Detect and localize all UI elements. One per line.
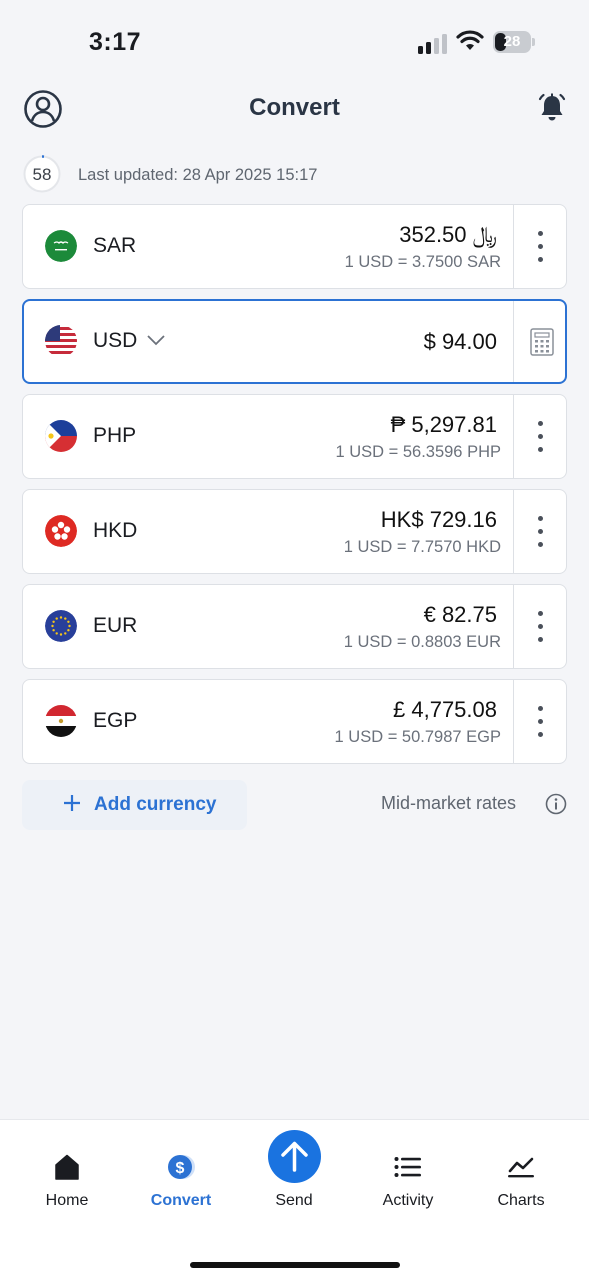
- currency-amount: £ 4,775.08: [393, 697, 497, 722]
- tab-label: Send: [275, 1192, 313, 1209]
- status-bar: 3:17 28: [0, 0, 589, 86]
- send-button[interactable]: [268, 1130, 321, 1183]
- more-options-icon[interactable]: [514, 205, 567, 288]
- tab-charts[interactable]: Charts: [471, 1120, 571, 1230]
- line-chart-icon: [508, 1157, 534, 1178]
- row-divider: [513, 301, 514, 382]
- info-icon[interactable]: [545, 793, 567, 815]
- currency-amount: HK$ 729.16: [380, 507, 497, 532]
- plus-icon: [64, 795, 80, 811]
- currency-row-hkd[interactable]: HKD HK$ 729.16 1 USD = 7.7570 HKD: [22, 489, 567, 574]
- tab-convert[interactable]: $ Convert: [131, 1120, 231, 1230]
- svg-text:$: $: [176, 1160, 185, 1177]
- battery-level: 28: [503, 33, 521, 50]
- currency-code: HKD: [93, 519, 138, 542]
- base-amount-input[interactable]: $ 94.00: [424, 329, 497, 355]
- tab-label: Charts: [497, 1192, 545, 1209]
- last-updated-row: 58 Last updated: 28 Apr 2025 15:17: [0, 155, 589, 195]
- countdown-value: 58: [32, 165, 52, 184]
- currency-code: EGP: [93, 709, 138, 732]
- currency-row-egp[interactable]: EGP £ 4,775.08 1 USD = 50.7987 EGP: [22, 679, 567, 764]
- exchange-rate: 1 USD = 3.7500 SAR: [344, 253, 501, 271]
- more-options-icon[interactable]: [514, 585, 567, 668]
- status-time: 3:17: [89, 28, 142, 56]
- battery-icon: 28: [493, 31, 535, 53]
- mid-market-rates-link[interactable]: Mid-market rates: [381, 793, 516, 814]
- currency-code: PHP: [93, 424, 137, 447]
- exchange-rate: 1 USD = 56.3596 PHP: [335, 443, 501, 461]
- tab-label: Convert: [150, 1192, 212, 1209]
- currency-row-eur[interactable]: EUR € 82.75 1 USD = 0.8803 EUR: [22, 584, 567, 669]
- philippines-flag-icon: [45, 420, 77, 452]
- list-icon: [394, 1157, 421, 1177]
- tab-label: Home: [45, 1192, 89, 1209]
- tab-label: Activity: [382, 1192, 434, 1209]
- exchange-rate: 1 USD = 7.7570 HKD: [343, 538, 501, 556]
- currency-code: EUR: [93, 614, 138, 637]
- exchange-rate: 1 USD = 0.8803 EUR: [343, 633, 501, 651]
- saudi-flag-icon: [45, 230, 77, 262]
- arrow-up-icon: [281, 1141, 308, 1172]
- us-flag-icon: [45, 325, 77, 357]
- calculator-icon[interactable]: [530, 328, 554, 356]
- bell-icon[interactable]: [536, 92, 568, 124]
- egypt-flag-icon: [45, 705, 77, 737]
- currency-amount: ₱ 5,297.81: [390, 412, 497, 437]
- eu-flag-icon: [45, 610, 77, 642]
- home-icon: [55, 1154, 79, 1180]
- currency-row-sar[interactable]: SAR 352.50 ﷼ 1 USD = 3.7500 SAR: [22, 204, 567, 289]
- hong-kong-flag-icon: [45, 515, 77, 547]
- more-options-icon[interactable]: [514, 680, 567, 763]
- currency-amount: 352.50 ﷼: [399, 222, 497, 247]
- home-indicator: [190, 1262, 400, 1268]
- wifi-icon: [456, 30, 484, 50]
- add-currency-label: Add currency: [94, 794, 217, 815]
- tab-home[interactable]: Home: [17, 1120, 117, 1230]
- chevron-down-icon[interactable]: [146, 332, 166, 348]
- page-title: Convert: [249, 94, 340, 121]
- currency-row-php[interactable]: PHP ₱ 5,297.81 1 USD = 56.3596 PHP: [22, 394, 567, 479]
- tab-activity[interactable]: Activity: [358, 1120, 458, 1230]
- header: Convert: [0, 86, 589, 136]
- currency-amount: € 82.75: [423, 602, 497, 627]
- currency-code: USD: [93, 329, 138, 352]
- more-options-icon[interactable]: [514, 395, 567, 478]
- tab-send[interactable]: Send: [244, 1120, 344, 1230]
- last-updated-text: Last updated: 28 Apr 2025 15:17: [78, 166, 318, 184]
- refresh-countdown: 58: [23, 155, 61, 193]
- cellular-signal-icon: [418, 32, 448, 54]
- more-options-icon[interactable]: [514, 490, 567, 573]
- tab-bar: Home $ Convert Send Activity Charts: [0, 1119, 589, 1280]
- exchange-rate: 1 USD = 50.7987 EGP: [334, 728, 501, 746]
- convert-dollar-icon: $: [168, 1155, 195, 1179]
- add-currency-button[interactable]: Add currency: [22, 780, 247, 830]
- currency-code: SAR: [93, 234, 137, 257]
- currency-row-usd[interactable]: USD $ 94.00: [22, 299, 567, 384]
